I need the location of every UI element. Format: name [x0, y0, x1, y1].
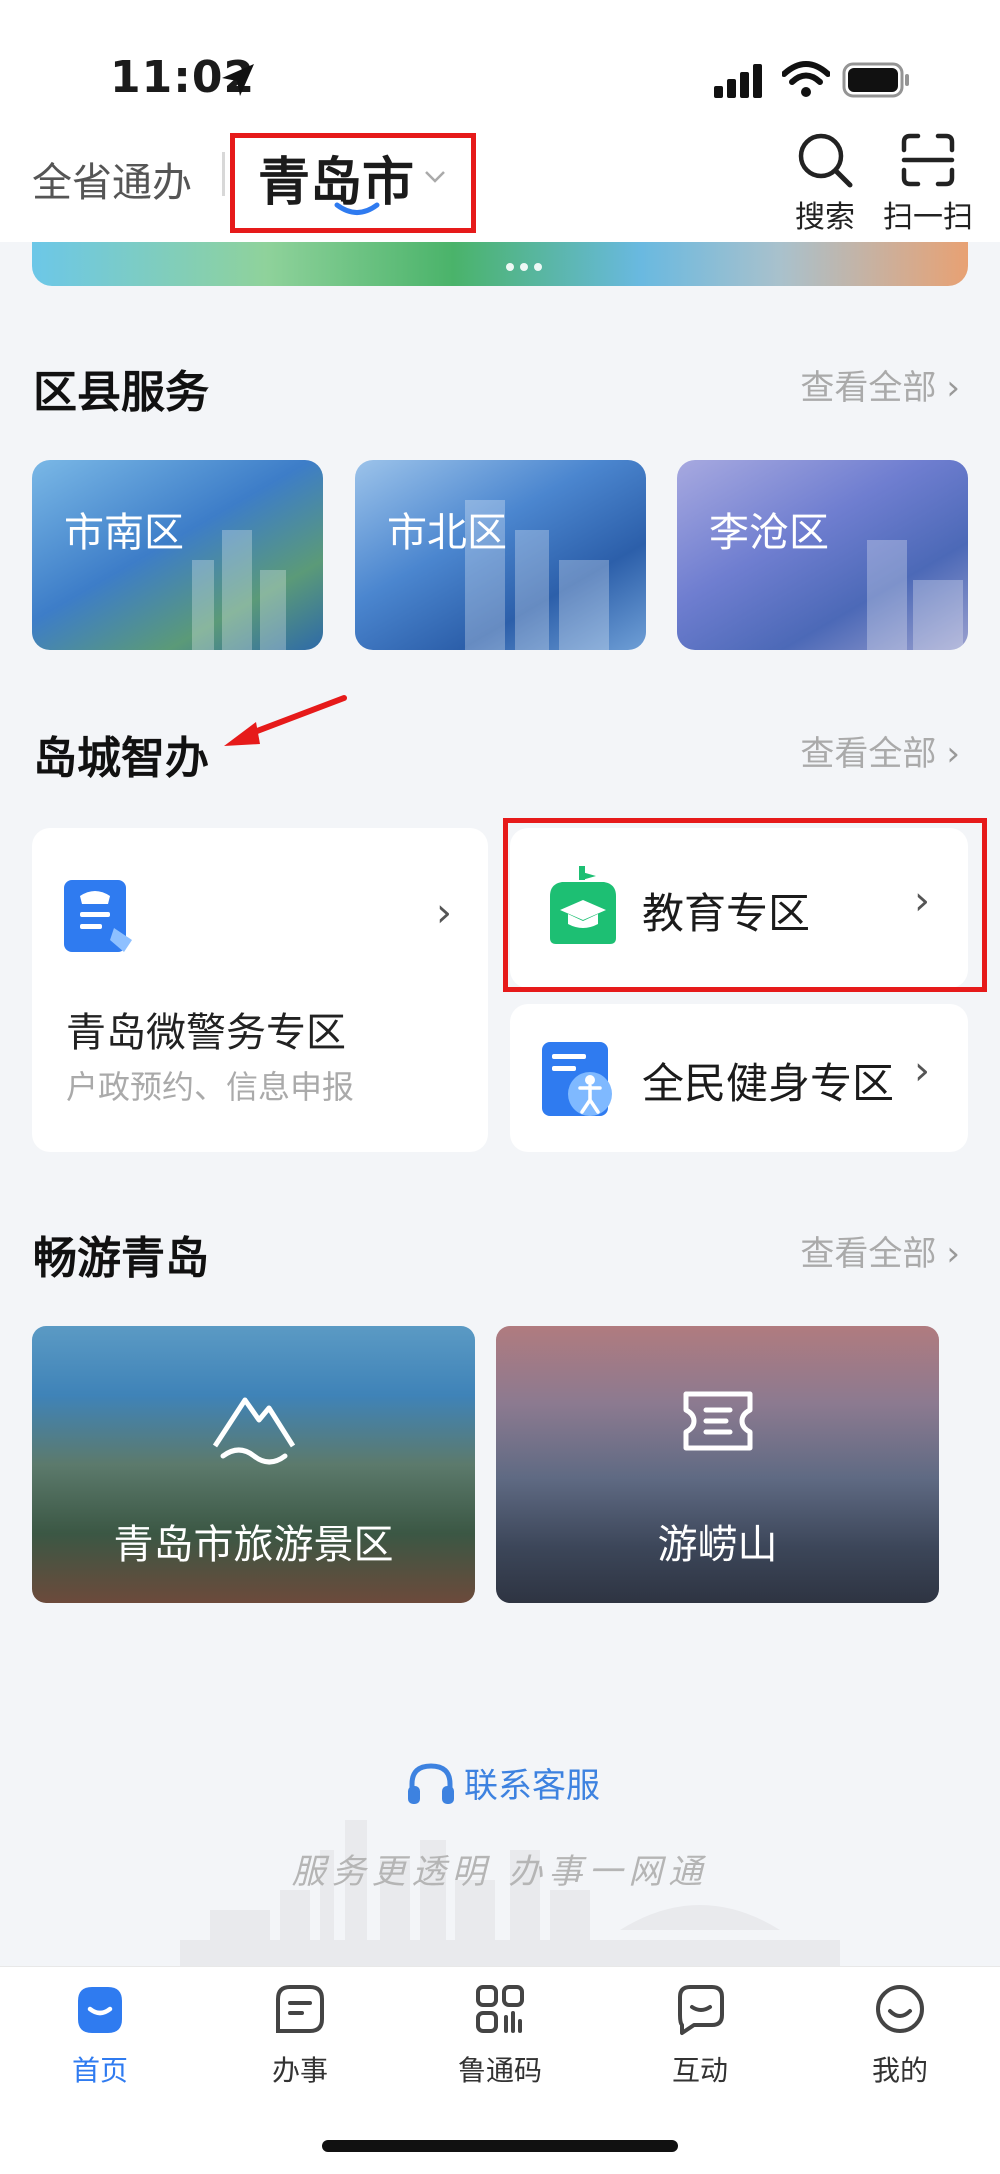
battery-icon [842, 62, 909, 98]
skyline-decor [867, 540, 907, 650]
fitness-zone-card[interactable]: 全民健身专区 › [510, 1004, 968, 1152]
annotation-highlight-city [230, 133, 476, 233]
footer-slogan: 服务更透明 办事一网通 [291, 1852, 709, 1892]
headset-icon [408, 1762, 454, 1804]
section-title-district: 区县服务 [33, 367, 209, 418]
banner-carousel[interactable] [32, 242, 968, 286]
location-arrow-icon [222, 64, 254, 96]
tour-card-label: 游崂山 [657, 1522, 778, 1568]
view-all-tour[interactable]: 查看全部 › [800, 1226, 960, 1275]
tab-home[interactable]: 首页 [30, 1981, 170, 2089]
search-label: 搜索 [795, 200, 855, 235]
city-skyline-decor [180, 1820, 840, 1970]
search-icon [798, 133, 853, 188]
skyline-decor [913, 580, 963, 650]
district-card-shinan[interactable]: 市南区 [32, 460, 323, 650]
tab-interact[interactable]: 互动 [630, 1981, 770, 2089]
district-card-shibei[interactable]: 市北区 [355, 460, 646, 650]
tab-province[interactable]: 全省通办 [32, 150, 192, 208]
police-badge-icon [64, 880, 132, 952]
scan-button[interactable]: 扫一扫 [878, 130, 978, 242]
district-label: 市北区 [387, 510, 507, 556]
district-label: 市南区 [64, 510, 184, 556]
skyline-decor [559, 560, 609, 650]
chat-icon [678, 1985, 724, 2035]
tour-card-label: 青岛市旅游景区 [113, 1522, 394, 1568]
search-button[interactable]: 搜索 [780, 130, 870, 242]
section-title-tour: 畅游青岛 [33, 1233, 209, 1284]
skyline-decor [260, 570, 286, 650]
profile-icon [876, 1985, 924, 2033]
status-bar: 11:02 [0, 0, 1000, 130]
chevron-right-icon: › [436, 890, 452, 936]
ticket-icon [683, 1391, 752, 1451]
chevron-right-icon: › [946, 1234, 960, 1274]
police-service-card[interactable]: › 青岛微警务专区 户政预约、信息申报 [32, 828, 488, 1152]
tab-label: 我的 [871, 2054, 928, 2087]
section-title-zhiban: 岛城智办 [33, 733, 209, 784]
fitness-zone-label: 全民健身专区 [642, 1059, 895, 1108]
fitness-icon [542, 1042, 612, 1116]
skyline-decor [222, 530, 252, 650]
scan-label: 扫一扫 [883, 200, 973, 235]
top-nav: 全省通办 青岛市 搜索 扫一扫 [0, 130, 1000, 242]
wifi-icon [782, 61, 830, 97]
tab-services[interactable]: 办事 [230, 1981, 370, 2089]
tab-label: 首页 [71, 2054, 128, 2087]
qr-code-icon [476, 1985, 524, 2033]
carousel-dots [506, 256, 548, 275]
home-icon [78, 1987, 122, 2033]
skyline-decor [192, 560, 214, 650]
view-all-district[interactable]: 查看全部 › [800, 360, 960, 409]
tour-card-laoshan[interactable]: 游崂山 [496, 1326, 939, 1603]
contact-service-label: 联系客服 [464, 1766, 600, 1806]
district-card-licang[interactable]: 李沧区 [677, 460, 968, 650]
tour-card-scenic-areas[interactable]: 青岛市旅游景区 [32, 1326, 475, 1603]
view-all-label: 查看全部 [800, 734, 937, 774]
view-all-zhiban[interactable]: 查看全部 › [800, 726, 960, 775]
tab-qr-code[interactable]: 鲁通码 [430, 1981, 570, 2089]
scan-icon [901, 133, 955, 187]
police-card-title: 青岛微警务专区 [66, 1010, 346, 1056]
chevron-right-icon: › [946, 734, 960, 774]
mountain-icon [212, 1397, 295, 1465]
nav-divider [222, 152, 225, 196]
service-icon [276, 1985, 324, 2033]
chevron-right-icon: › [914, 1048, 930, 1094]
district-label: 李沧区 [709, 510, 829, 556]
chevron-right-icon: › [946, 368, 960, 408]
skyline-decor [515, 530, 549, 650]
view-all-label: 查看全部 [800, 1234, 937, 1274]
tab-label: 鲁通码 [457, 2054, 542, 2087]
view-all-label: 查看全部 [800, 368, 937, 408]
annotation-highlight-education [503, 818, 987, 992]
cellular-signal-icon [714, 64, 762, 98]
tab-label: 办事 [271, 2054, 328, 2087]
tab-profile[interactable]: 我的 [830, 1981, 970, 2089]
police-card-subtitle: 户政预约、信息申报 [66, 1068, 355, 1106]
home-indicator [322, 2140, 678, 2152]
annotation-arrow [224, 695, 347, 746]
tab-label: 互动 [671, 2054, 728, 2087]
contact-service-link[interactable]: 联系客服 [404, 1758, 600, 1807]
